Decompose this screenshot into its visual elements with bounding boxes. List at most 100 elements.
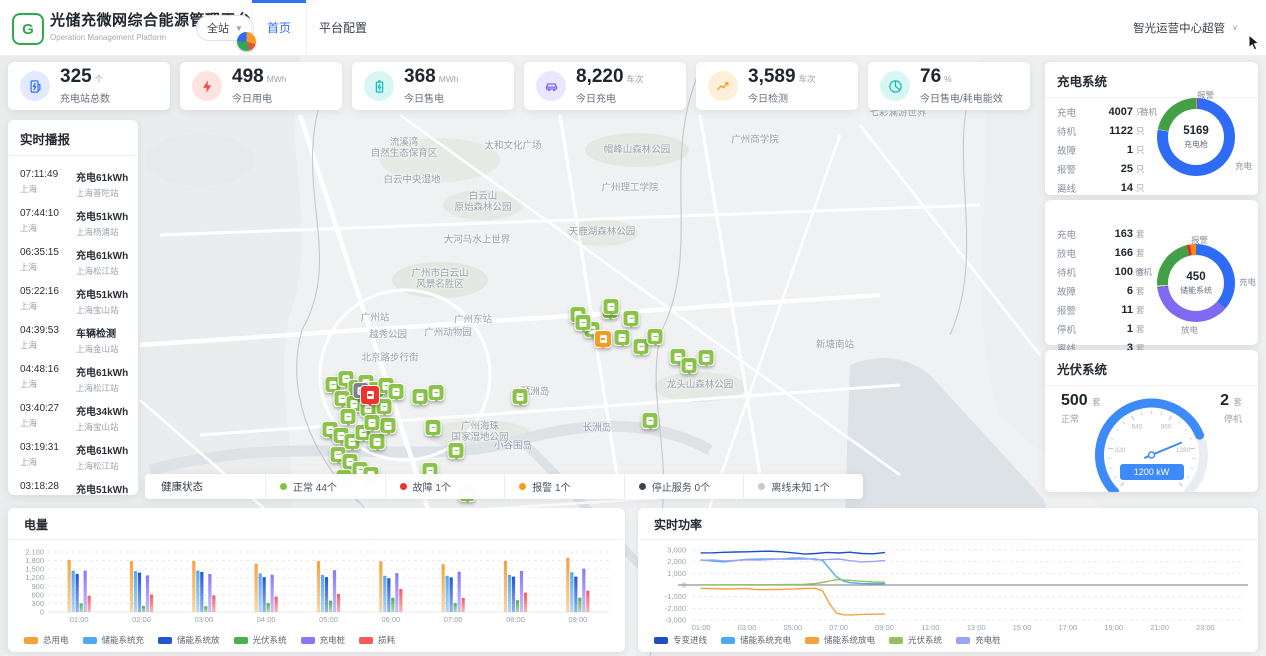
broadcast-time-col: 03:40:27上海: [20, 403, 66, 433]
sphere-marker-icon[interactable]: [237, 32, 256, 51]
legend-item[interactable]: 专变进线: [654, 634, 707, 646]
stat-unit: 只: [1136, 182, 1145, 194]
svg-text:03:00: 03:00: [194, 615, 213, 624]
marker-tail: [580, 329, 586, 335]
broadcast-event: 车辆检测: [76, 325, 119, 340]
broadcast-city: 上海: [20, 222, 66, 234]
kpi-text: 325个充电站总数: [60, 67, 110, 105]
kpi-card: 76%今日售电/耗电能效: [868, 62, 1030, 110]
broadcast-city: 上海: [20, 417, 66, 429]
kpi-value-row: 8,220车次: [576, 67, 644, 87]
health-legend-item[interactable]: 故障 1个: [385, 474, 505, 499]
user-menu[interactable]: 智光运营中心超管 ∨: [1133, 0, 1238, 55]
broadcast-station: 上海松江站: [76, 460, 128, 472]
charger-glyph-icon: [339, 395, 346, 403]
donut-total-label: 储能系统: [1180, 285, 1212, 296]
legend-item[interactable]: 储能系统放: [158, 634, 220, 646]
tab-platform-config[interactable]: 平台配置: [312, 0, 374, 55]
health-legend-item[interactable]: 报警 1个: [504, 474, 624, 499]
kpi-value-row: 368MWh: [404, 67, 459, 87]
donut-callout-label: 报警: [1197, 89, 1214, 101]
station-marker-normal[interactable]: [369, 433, 386, 450]
broadcast-time-col: 04:39:53上海: [20, 325, 66, 355]
broadcast-event: 充电51kWh: [76, 286, 128, 301]
broadcast-city: 上海: [20, 456, 66, 468]
legend-label: 专变进线: [673, 634, 707, 646]
svg-text:-1,000: -1,000: [665, 592, 686, 601]
charger-glyph-icon: [703, 354, 710, 362]
svg-text:19:00: 19:00: [1104, 623, 1123, 630]
station-marker-normal[interactable]: [642, 412, 659, 429]
station-marker-normal[interactable]: [698, 349, 715, 366]
stat-label: 放电: [1057, 246, 1091, 260]
health-legend-item[interactable]: 正常 44个: [265, 474, 385, 499]
legend-item[interactable]: 充电桩: [956, 634, 1001, 646]
station-marker-normal[interactable]: [364, 414, 381, 431]
stat-value: 163: [1091, 228, 1133, 240]
station-marker-normal[interactable]: [380, 417, 397, 434]
charging-system-panel: 充电系统 充电4007只待机1122只故障1只报警25只离线14只 5169充电…: [1045, 62, 1258, 195]
station-marker-fault[interactable]: [360, 385, 380, 405]
svg-text:03:00: 03:00: [738, 623, 757, 630]
stat-unit: 套: [1136, 247, 1145, 259]
station-marker-normal[interactable]: [428, 384, 445, 401]
donut-total-value: 450: [1186, 271, 1205, 283]
donut-total-value: 5169: [1183, 125, 1209, 137]
legend-item[interactable]: 充电桩: [301, 634, 346, 646]
legend-item[interactable]: 光伏系统: [889, 634, 942, 646]
broadcast-list[interactable]: 07:11:49上海充电61kWh上海普陀站07:44:10上海充电51kWh上…: [8, 162, 138, 495]
broadcast-time: 04:39:53: [20, 325, 66, 336]
station-marker-normal[interactable]: [603, 298, 620, 315]
station-marker-alarm[interactable]: [594, 330, 612, 348]
health-legend-item[interactable]: 停止服务 0个: [624, 474, 744, 499]
station-marker-normal[interactable]: [614, 329, 631, 346]
legend-item[interactable]: 储能系统充电: [721, 634, 791, 646]
stat-value: 100: [1091, 266, 1133, 278]
list-item: 03:18:28上海充电51kWh上海杨浦站: [20, 476, 126, 495]
tab-home[interactable]: 首页: [251, 0, 307, 55]
svg-text:2,100: 2,100: [25, 548, 44, 557]
kpi-unit: 车次: [627, 74, 644, 84]
marker-tail: [647, 427, 653, 433]
svg-text:1,800: 1,800: [25, 556, 44, 565]
broadcast-event: 充电34kWh: [76, 403, 128, 418]
marker-tail: [686, 372, 692, 378]
energy-chart-title: 电量: [8, 508, 625, 539]
stat-label: 报警: [1057, 303, 1091, 317]
station-marker-normal[interactable]: [448, 442, 465, 459]
svg-text:07:00: 07:00: [444, 615, 463, 624]
station-marker-normal[interactable]: [340, 408, 357, 425]
station-marker-normal[interactable]: [512, 388, 529, 405]
energy-chart-card: 电量 03006009001,2001,5001,8002,10001:0002…: [8, 508, 625, 652]
legend-item[interactable]: 总用电: [24, 634, 69, 646]
kpi-value: 76: [920, 66, 941, 87]
marker-tail: [453, 457, 459, 463]
station-marker-normal[interactable]: [647, 328, 664, 345]
health-status-dot: [519, 483, 526, 490]
donut-callout-label: 放电: [1181, 324, 1198, 336]
legend-item[interactable]: 光伏系统: [234, 634, 287, 646]
kpi-label: 今日充电: [576, 90, 644, 105]
broadcast-city: 上海: [20, 378, 66, 390]
svg-text:-3,000: -3,000: [665, 616, 686, 625]
charger-glyph-icon: [374, 438, 381, 446]
donut-callout-label: 充电: [1239, 276, 1256, 288]
svg-text:05:00: 05:00: [319, 615, 338, 624]
broadcast-event: 充电61kWh: [76, 364, 128, 379]
station-marker-normal[interactable]: [412, 388, 429, 405]
stat-unit: 套: [1136, 285, 1145, 297]
pv-system-title: 光伏系统: [1045, 350, 1258, 385]
station-marker-normal[interactable]: [623, 310, 640, 327]
legend-item[interactable]: 储能系统充: [83, 634, 145, 646]
stat-value: 14: [1091, 182, 1133, 194]
marker-tail: [619, 344, 625, 350]
health-legend-item[interactable]: 离线未知 1个: [743, 474, 863, 499]
legend-item[interactable]: 损耗: [359, 634, 395, 646]
station-marker-normal[interactable]: [681, 357, 698, 374]
station-marker-normal[interactable]: [575, 314, 592, 331]
header: G 光储充微网综合能源管理平台 Operation Management Pla…: [0, 0, 1266, 56]
station-marker-normal[interactable]: [425, 419, 442, 436]
donut-ring: 5169充电枪: [1157, 98, 1235, 176]
legend-item[interactable]: 储能系统放电: [805, 634, 875, 646]
legend-swatch: [158, 637, 172, 644]
